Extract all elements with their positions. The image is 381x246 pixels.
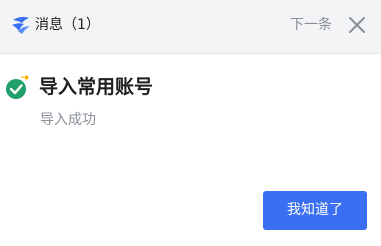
bird-logo-icon: [10, 14, 32, 36]
check-circle-icon: [4, 74, 30, 100]
close-icon[interactable]: [346, 14, 368, 36]
acknowledge-button[interactable]: 我知道了: [263, 191, 367, 230]
notification-window: 消息（1） 下一条 导入常用账号 导入成功 我知道了: [0, 0, 381, 246]
notification-title: 消息（1）: [35, 17, 100, 33]
message-title: 导入常用账号: [39, 76, 154, 98]
next-message-link[interactable]: 下一条: [290, 14, 332, 36]
notification-header: 消息（1） 下一条: [0, 0, 381, 54]
message-subtitle: 导入成功: [40, 112, 96, 128]
